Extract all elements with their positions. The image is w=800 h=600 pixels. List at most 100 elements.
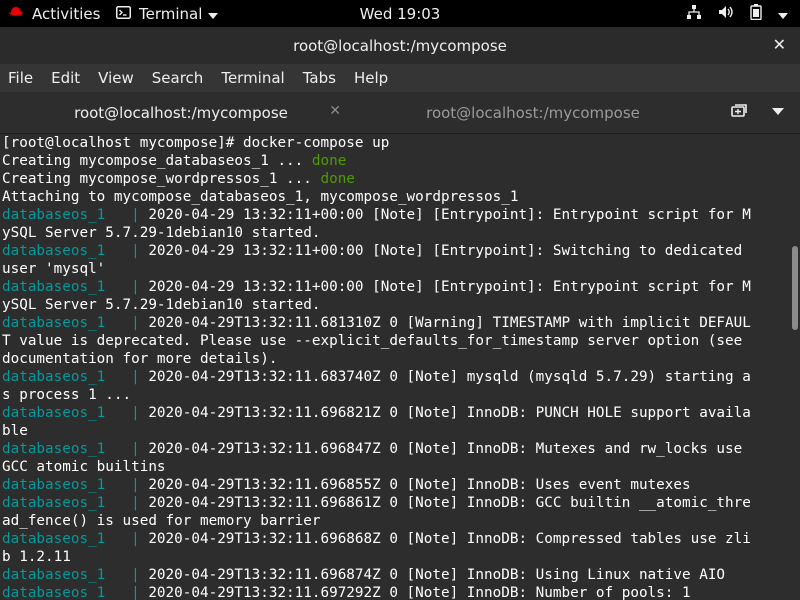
app-menu-terminal[interactable]: Terminal (116, 0, 219, 27)
activities-label: Activities (32, 4, 101, 23)
terminal-line: ad_fence() is used for memory barrier (0, 512, 790, 530)
chevron-down-icon (208, 5, 219, 23)
terminal-line: Creating mycompose_databaseos_1 ... done (0, 152, 790, 170)
terminal-line: Attaching to mycompose_databaseos_1, myc… (0, 188, 790, 206)
status-done: done (320, 171, 355, 187)
terminal-line: databaseos_1 | 2020-04-29T13:32:11.69686… (0, 494, 790, 512)
chevron-down-icon (778, 5, 788, 23)
terminal-line: b 1.2.11 (0, 548, 790, 566)
terminal-line: databaseos_1 | 2020-04-29T13:32:11.69687… (0, 566, 790, 584)
line-text: 2020-04-29T13:32:11.697292Z 0 [Note] Inn… (148, 585, 691, 600)
service-prefix: databaseos_1 | (2, 585, 149, 600)
line-text: ySQL Server 5.7.29-1debian10 started. (2, 297, 321, 313)
clock-label: Wed 19:03 (359, 4, 441, 23)
line-text: 2020-04-29T13:32:11.681310Z 0 [Warning] … (148, 315, 751, 331)
line-text: 2020-04-29T13:32:11.696861Z 0 [Note] Inn… (148, 495, 751, 511)
menu-edit[interactable]: Edit (42, 69, 89, 87)
menu-terminal[interactable]: Terminal (212, 69, 293, 87)
service-prefix: databaseos_1 | (2, 495, 149, 511)
menu-view[interactable]: View (89, 69, 143, 87)
menu-search[interactable]: Search (143, 69, 213, 87)
line-text: Attaching to mycompose_databaseos_1, myc… (2, 189, 519, 205)
menu-help[interactable]: Help (345, 69, 397, 87)
terminal-line: databaseos_1 | 2020-04-29T13:32:11.69686… (0, 530, 790, 548)
terminal-line: databaseos_1 | 2020-04-29T13:32:11.68131… (0, 314, 790, 332)
terminal-app-icon (116, 5, 131, 23)
service-prefix: databaseos_1 | (2, 369, 149, 385)
terminal-line: databaseos_1 | 2020-04-29T13:32:11.69729… (0, 584, 790, 600)
line-text: user 'mysql' (2, 261, 106, 277)
tab-active[interactable]: root@localhost:/mycompose ✕ (9, 92, 353, 133)
line-text: GCC atomic builtins (2, 459, 166, 475)
service-prefix: databaseos_1 | (2, 243, 149, 259)
scrollbar-thumb[interactable] (792, 246, 798, 330)
service-prefix: databaseos_1 | (2, 531, 149, 547)
terminal-line: GCC atomic builtins (0, 458, 790, 476)
terminal-line: documentation for more details). (0, 350, 790, 368)
menu-file[interactable]: File (0, 69, 42, 87)
activities-button[interactable]: Activities (8, 0, 100, 27)
terminal-line: s process 1 ... (0, 386, 790, 404)
service-prefix: databaseos_1 | (2, 207, 149, 223)
terminal-line: ySQL Server 5.7.29-1debian10 started. (0, 296, 790, 314)
top-bar: Activities Terminal Wed 19:03 (0, 0, 800, 27)
app-name-label: Terminal (139, 4, 203, 23)
service-prefix: databaseos_1 | (2, 279, 149, 295)
network-icon (686, 4, 702, 24)
window-title-bar[interactable]: root@localhost:/mycompose ✕ (0, 27, 800, 64)
tab-label: root@localhost:/mycompose (74, 103, 288, 122)
service-prefix: databaseos_1 | (2, 567, 149, 583)
terminal-line: databaseos_1 | 2020-04-29T13:32:11.69682… (0, 404, 790, 422)
new-tab-icon (731, 104, 747, 123)
tab-bar: root@localhost:/mycompose ✕ root@localho… (0, 92, 800, 134)
close-window-button[interactable]: ✕ (773, 35, 786, 54)
line-text: documentation for more details). (2, 351, 278, 367)
line-text: ad_fence() is used for memory barrier (2, 513, 321, 529)
menu-bar: File Edit View Search Terminal Tabs Help (0, 64, 800, 92)
line-text: 2020-04-29 13:32:11+00:00 [Note] [Entryp… (148, 243, 743, 259)
line-text: T value is deprecated. Please use --expl… (2, 333, 743, 349)
service-prefix: databaseos_1 | (2, 477, 149, 493)
terminal-line: T value is deprecated. Please use --expl… (0, 332, 790, 350)
terminal-line: [root@localhost mycompose]# docker-compo… (0, 134, 790, 152)
terminal-line: databaseos_1 | 2020-04-29T13:32:11.69684… (0, 440, 790, 458)
line-text: 2020-04-29 13:32:11+00:00 [Note] [Entryp… (148, 207, 751, 223)
menu-tabs[interactable]: Tabs (294, 69, 345, 87)
line-text: b 1.2.11 (2, 549, 71, 565)
scrollbar[interactable] (790, 134, 800, 600)
tab-label: root@localhost:/mycompose (426, 103, 640, 122)
terminal-line: ySQL Server 5.7.29-1debian10 started. (0, 224, 790, 242)
line-text: 2020-04-29T13:32:11.683740Z 0 [Note] mys… (148, 369, 751, 385)
close-icon: ✕ (772, 35, 786, 54)
line-text: s process 1 ... (2, 387, 132, 403)
battery-icon (750, 3, 762, 24)
line-text: 2020-04-29T13:32:11.696855Z 0 [Note] Inn… (148, 477, 691, 493)
terminal-line: Creating mycompose_wordpressos_1 ... don… (0, 170, 790, 188)
system-menu[interactable] (686, 0, 788, 27)
line-text: Creating mycompose_databaseos_1 ... (2, 153, 312, 169)
window-title: root@localhost:/mycompose (293, 36, 507, 55)
chevron-down-icon (772, 104, 784, 119)
terminal-line: databaseos_1 | 2020-04-29 13:32:11+00:00… (0, 278, 790, 296)
line-text: 2020-04-29 13:32:11+00:00 [Note] [Entryp… (148, 279, 751, 295)
line-text: 2020-04-29T13:32:11.696874Z 0 [Note] Inn… (148, 567, 726, 583)
service-prefix: databaseos_1 | (2, 441, 149, 457)
line-text: 2020-04-29T13:32:11.696821Z 0 [Note] Inn… (148, 405, 751, 421)
service-prefix: databaseos_1 | (2, 315, 149, 331)
line-text: ySQL Server 5.7.29-1debian10 started. (2, 225, 321, 241)
terminal-line: user 'mysql' (0, 260, 790, 278)
new-tab-button[interactable] (731, 103, 747, 123)
close-tab-button[interactable]: ✕ (329, 103, 341, 119)
terminal-line: databaseos_1 | 2020-04-29 13:32:11+00:00… (0, 242, 790, 260)
terminal-line: databaseos_1 | 2020-04-29T13:32:11.68374… (0, 368, 790, 386)
terminal-line: databaseos_1 | 2020-04-29 13:32:11+00:00… (0, 206, 790, 224)
tab-menu-button[interactable] (772, 104, 784, 119)
line-text: 2020-04-29T13:32:11.696868Z 0 [Note] Inn… (148, 531, 751, 547)
line-text: [root@localhost mycompose]# docker-compo… (2, 135, 390, 151)
terminal-line: databaseos_1 | 2020-04-29T13:32:11.69685… (0, 476, 790, 494)
line-text: Creating mycompose_wordpressos_1 ... (2, 171, 321, 187)
service-prefix: databaseos_1 | (2, 405, 149, 421)
tab-inactive[interactable]: root@localhost:/mycompose (353, 92, 713, 133)
redhat-icon (8, 5, 24, 23)
terminal-output[interactable]: [root@localhost mycompose]# docker-compo… (0, 134, 790, 600)
